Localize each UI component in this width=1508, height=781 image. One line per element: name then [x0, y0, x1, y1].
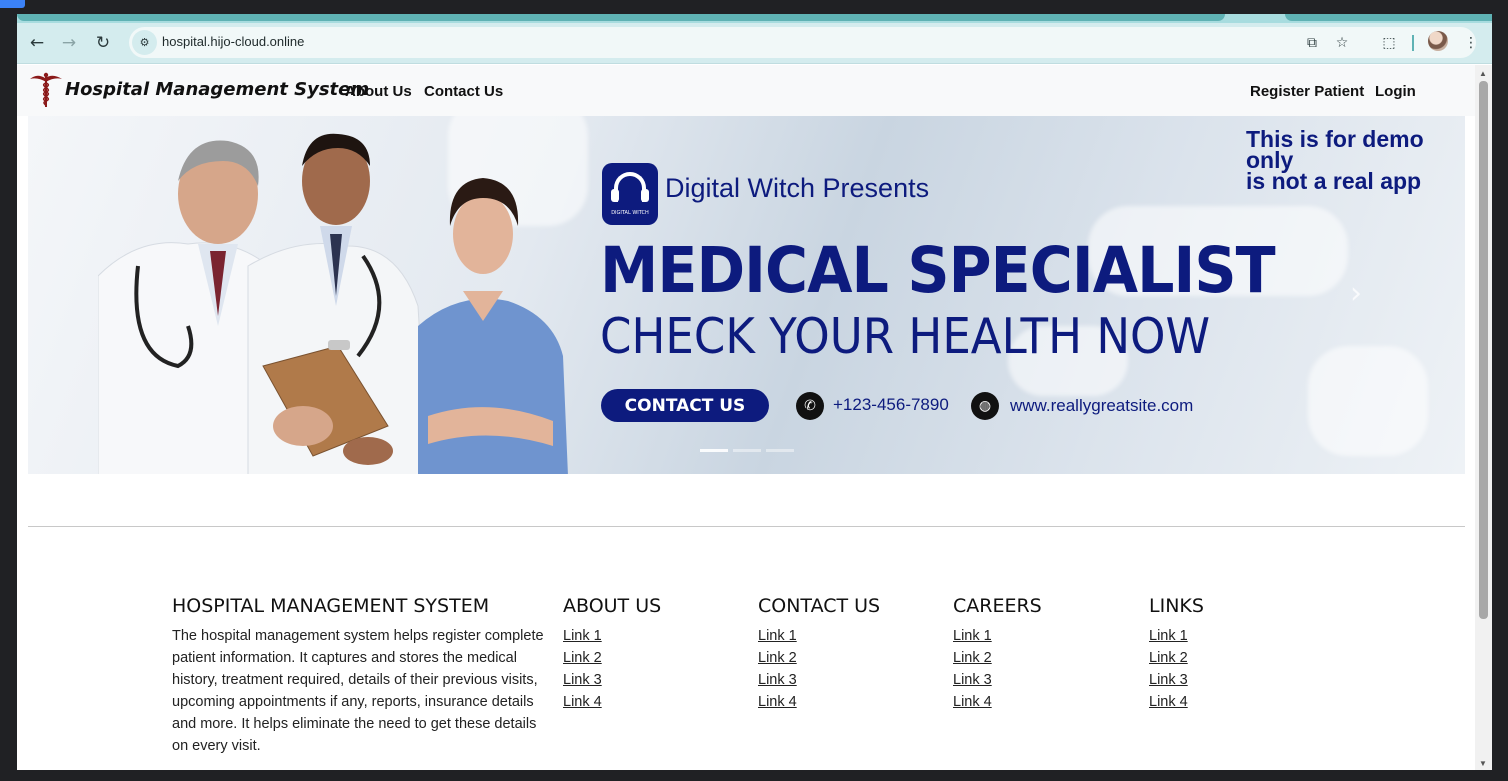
banner-website: www.reallygreatsite.com [1010, 396, 1194, 415]
footer-link[interactable]: Link 4 [563, 691, 661, 713]
footer-link[interactable]: Link 1 [758, 625, 880, 647]
address-bar[interactable]: ⚙ hospital.hijo-cloud.online ⧉ ☆ [129, 27, 1476, 58]
nav-login[interactable]: Login [1375, 83, 1416, 100]
forward-icon[interactable]: → [55, 29, 83, 57]
active-tab[interactable] [17, 14, 1225, 21]
footer-link[interactable]: Link 4 [758, 691, 880, 713]
banner-headline: MEDICAL SPECIALIST [600, 234, 1276, 307]
footer-link[interactable]: Link 1 [563, 625, 661, 647]
install-app-icon[interactable]: ⧉ [1301, 32, 1323, 54]
phone-icon: ✆ [796, 392, 824, 420]
footer-link[interactable]: Link 4 [953, 691, 1042, 713]
logo-text: DIGITAL WITCH [611, 210, 649, 216]
footer-link[interactable]: Link 2 [953, 647, 1042, 669]
carousel-indicator-3[interactable] [766, 449, 794, 452]
footer-link[interactable]: Link 1 [1149, 625, 1204, 647]
toolbar-divider [1412, 35, 1414, 51]
desktop: ← → ↻ ⚙ hospital.hijo-cloud.online ⧉ ☆ ⬚… [0, 0, 1508, 781]
browser-window: ← → ↻ ⚙ hospital.hijo-cloud.online ⧉ ☆ ⬚… [17, 14, 1492, 770]
url-text[interactable]: hospital.hijo-cloud.online [162, 34, 304, 49]
extensions-icon[interactable]: ⬚ [1378, 32, 1400, 54]
inactive-tab[interactable] [1285, 14, 1492, 21]
footer-link[interactable]: Link 4 [1149, 691, 1204, 713]
footer-column-title: LINKS [1149, 595, 1204, 617]
footer-about-description: The hospital management system helps reg… [172, 628, 544, 754]
footer-column-careers: CAREERS Link 1 Link 2 Link 3 Link 4 [953, 595, 1042, 713]
banner-presents: Digital Witch Presents [665, 173, 930, 203]
globe-icon: ◍ [971, 392, 999, 420]
footer-link[interactable]: Link 3 [563, 669, 661, 691]
os-corner-indicator [0, 0, 25, 8]
carousel-indicator-2[interactable] [733, 449, 761, 452]
doctors-photo [98, 133, 568, 474]
footer-link[interactable]: Link 3 [1149, 669, 1204, 691]
nav-about-us[interactable]: About Us [345, 83, 412, 100]
browser-toolbar: ← → ↻ ⚙ hospital.hijo-cloud.online ⧉ ☆ ⬚… [17, 23, 1492, 64]
back-icon[interactable]: ← [23, 29, 51, 57]
page-scrollbar[interactable]: ▲ ▼ [1475, 65, 1492, 770]
footer-column-contact-us: CONTACT US Link 1 Link 2 Link 3 Link 4 [758, 595, 880, 713]
reload-icon[interactable]: ↻ [89, 29, 117, 57]
footer-link[interactable]: Link 2 [563, 647, 661, 669]
tab-strip [17, 14, 1492, 23]
footer-link[interactable]: Link 2 [1149, 647, 1204, 669]
demo-notice: This is for demo only is not a real app [1246, 126, 1424, 194]
footer-column-title: CONTACT US [758, 595, 881, 617]
digital-witch-logo: DIGITAL WITCH [602, 163, 658, 225]
footer-column-links: LINKS Link 1 Link 2 Link 3 Link 4 [1149, 595, 1204, 713]
web-page: Hospital Management System About Us Cont… [17, 65, 1475, 770]
banner-subheadline: CHECK YOUR HEALTH NOW [600, 308, 1211, 365]
chevron-right-icon[interactable]: › [1350, 276, 1362, 311]
footer-link[interactable]: Link 3 [758, 669, 880, 691]
nav-contact-us[interactable]: Contact Us [424, 83, 503, 100]
footer-link[interactable]: Link 2 [758, 647, 880, 669]
footer-about-column: HOSPITAL MANAGEMENT SYSTEM The hospital … [172, 595, 544, 757]
footer-about-title: HOSPITAL MANAGEMENT SYSTEM [172, 595, 490, 617]
nav-register-patient[interactable]: Register Patient [1250, 83, 1364, 100]
footer-column-title: ABOUT US [563, 595, 662, 617]
scroll-up-icon[interactable]: ▲ [1479, 69, 1487, 78]
carousel-indicator-1[interactable] [700, 449, 728, 452]
site-navbar: Hospital Management System About Us Cont… [17, 65, 1475, 116]
scroll-down-icon[interactable]: ▼ [1479, 759, 1487, 768]
profile-avatar[interactable] [1428, 31, 1448, 51]
brand-title[interactable]: Hospital Management System [65, 79, 369, 100]
banner-contact-button: CONTACT US [601, 389, 769, 422]
footer-column-about-us: ABOUT US Link 1 Link 2 Link 3 Link 4 [563, 595, 661, 713]
footer-link[interactable]: Link 3 [953, 669, 1042, 691]
bookmark-star-icon[interactable]: ☆ [1331, 32, 1353, 54]
footer-column-title: CAREERS [953, 595, 1042, 617]
caduceus-logo[interactable] [27, 71, 65, 109]
hero-carousel: DIGITAL WITCH Digital Witch Presents Thi… [28, 116, 1465, 474]
banner-phone: +123-456-7890 [833, 395, 949, 414]
menu-kebab-icon[interactable]: ⋮ [1460, 32, 1482, 54]
site-info-icon[interactable]: ⚙ [132, 30, 157, 55]
scrollbar-thumb[interactable] [1479, 81, 1488, 619]
footer-link[interactable]: Link 1 [953, 625, 1042, 647]
footer-divider [28, 526, 1465, 527]
